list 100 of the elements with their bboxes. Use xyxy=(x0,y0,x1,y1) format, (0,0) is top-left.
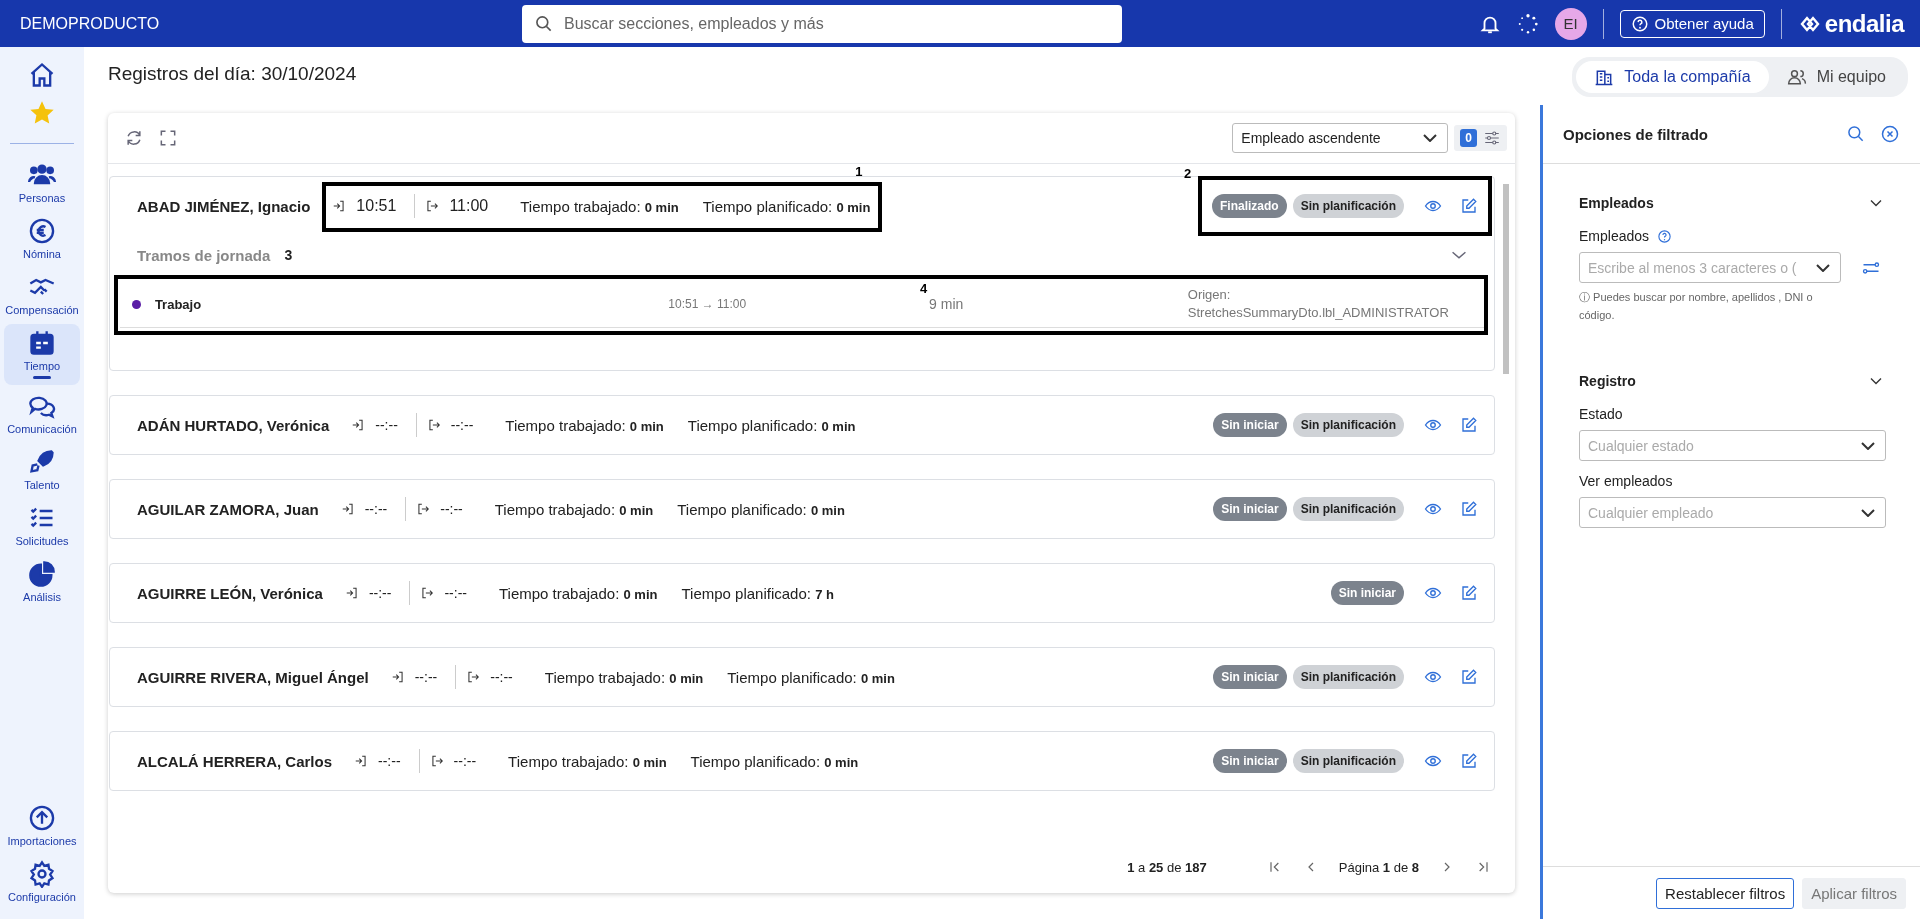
edit-icon[interactable] xyxy=(1460,584,1478,602)
employee-name[interactable]: AGUIRRE RIVERA, Miguel Ángel xyxy=(137,668,369,686)
planned-time: Tiempo planificado: 0 min xyxy=(727,668,895,686)
annotation-number: 1 xyxy=(855,164,863,179)
edit-icon[interactable] xyxy=(1460,416,1478,434)
loading-icon xyxy=(1516,12,1539,35)
employee-name[interactable]: ADÁN HURTADO, Verónica xyxy=(137,416,330,434)
section-title: Tramos de jornada xyxy=(137,246,271,264)
stretch-range: 10:51 → 11:00 xyxy=(668,297,748,311)
clock-in-icon xyxy=(390,670,405,684)
filter-count: 0 xyxy=(1460,129,1477,147)
chevron-icon xyxy=(1816,263,1830,272)
sidebar-item[interactable]: Personas xyxy=(4,156,80,210)
people-icon xyxy=(1786,67,1807,87)
clock-in-time: --:-- xyxy=(368,585,392,601)
help-icon xyxy=(1630,14,1649,33)
clock-out-time: --:-- xyxy=(450,417,474,433)
annotation-number: 3 xyxy=(284,247,293,263)
edit-icon[interactable] xyxy=(1460,668,1478,686)
clock-out-icon xyxy=(420,586,435,600)
refresh-icon[interactable] xyxy=(124,128,144,148)
status-badge: Sin iniciar xyxy=(1330,581,1404,605)
clock-in-time: --:-- xyxy=(364,501,388,517)
help-icon[interactable] xyxy=(1657,228,1673,244)
status-badge: Sin planificación xyxy=(1292,497,1404,521)
status-badge: Sin iniciar xyxy=(1213,413,1287,437)
filter-button[interactable]: Restablecer filtros xyxy=(1656,877,1795,909)
worked-time: Tiempo trabajado: 0 min xyxy=(498,584,658,602)
chevron-icon xyxy=(1861,441,1875,450)
filter-icon[interactable] xyxy=(1483,129,1501,147)
sidebar-item[interactable]: Nómina xyxy=(4,212,80,266)
employee-name[interactable]: ALCALÁ HERRERA, Carlos xyxy=(137,752,332,770)
status-badge: Sin planificación xyxy=(1292,749,1404,773)
edit-icon[interactable] xyxy=(1460,752,1478,770)
clock-in-icon xyxy=(344,586,359,600)
field-hint: ⓘ Puedes buscar por nombre, apellidos , DNI o código. xyxy=(1579,290,1814,323)
search-icon xyxy=(534,13,554,34)
clock-in-icon xyxy=(351,418,366,432)
help-button[interactable]: Obtener ayuda xyxy=(1619,9,1765,38)
stretch-duration: 9 min xyxy=(929,296,965,312)
search-icon[interactable] xyxy=(1846,124,1866,144)
search-field[interactable]: Buscar secciones, empleados y más xyxy=(522,4,1122,43)
record-range: 1 a 25 de 187 xyxy=(1127,859,1207,875)
scope-tab[interactable]: Toda la compañía xyxy=(1576,61,1769,93)
brand-name: DEMOPRODUCTO xyxy=(20,14,161,33)
close-icon[interactable] xyxy=(1880,124,1900,144)
status-badge: Finalizado xyxy=(1211,194,1287,218)
sidebar-item[interactable]: Compensación xyxy=(4,268,80,322)
clock-out-icon xyxy=(425,199,440,213)
status-badge: Sin iniciar xyxy=(1213,749,1287,773)
clock-out-icon xyxy=(429,754,444,768)
employee-name[interactable]: ABAD JIMÉNEZ, Ignacio xyxy=(137,197,311,215)
worked-time: Tiempo trabajado: 0 min xyxy=(508,752,667,770)
edit-icon[interactable] xyxy=(1460,197,1478,215)
edit-icon[interactable] xyxy=(1460,500,1478,518)
planned-time: Tiempo planificado: 0 min xyxy=(687,416,856,434)
sidebar-item[interactable]: Análisis xyxy=(4,555,80,609)
clock-out-time: --:-- xyxy=(440,501,463,517)
clock-in-icon xyxy=(340,502,355,516)
employee-name[interactable]: AGUILAR ZAMORA, Juan xyxy=(137,500,319,518)
worked-time: Tiempo trabajado: 0 min xyxy=(544,668,704,686)
clock-out-icon xyxy=(426,418,441,432)
status-badge: Sin planificación xyxy=(1292,413,1404,437)
clock-out-time: --:-- xyxy=(453,753,477,769)
field-label: Ver empleados xyxy=(1579,473,1673,490)
planned-time: Tiempo planificado: 7 h xyxy=(681,584,834,602)
field-label: Estado xyxy=(1579,406,1623,423)
status-badge: Sin iniciar xyxy=(1213,665,1287,689)
page-indicator: Página 1 de 8 xyxy=(1338,859,1419,875)
worked-time: Tiempo trabajado: 0 min xyxy=(505,416,664,434)
sidebar-item[interactable]: Importaciones xyxy=(4,799,80,853)
home-icon[interactable] xyxy=(28,61,56,89)
filter-section-title: Empleados xyxy=(1579,195,1654,211)
field-label: Empleados xyxy=(1579,228,1650,244)
worked-time: Tiempo trabajado: 0 min xyxy=(520,197,679,215)
sidebar-item[interactable]: Talento xyxy=(4,443,80,497)
sidebar-item[interactable]: Comunicación xyxy=(4,387,80,441)
euro-icon xyxy=(28,217,56,245)
clock-in-time: --:-- xyxy=(378,753,401,769)
scope-tab[interactable]: Mi equipo xyxy=(1768,61,1904,93)
sidebar-item[interactable]: Configuración xyxy=(4,855,80,909)
sidebar-item[interactable]: Solicitudes xyxy=(4,499,80,553)
sort-select[interactable]: Empleado ascendente xyxy=(1232,123,1449,153)
filter-section-title: Registro xyxy=(1579,373,1636,390)
status-badge: Sin planificación xyxy=(1292,665,1404,689)
clock-in-time: --:-- xyxy=(375,417,398,433)
employee-name[interactable]: AGUIRRE LEÓN, Verónica xyxy=(137,584,323,602)
sidebar-item[interactable]: Tiempo xyxy=(4,324,80,385)
stretch-type: Trabajo xyxy=(154,296,203,312)
planned-time: Tiempo planificado: 0 min xyxy=(690,752,859,770)
annotation-number: 4 xyxy=(920,281,928,296)
calendar-icon xyxy=(28,329,56,357)
fullscreen-icon[interactable] xyxy=(158,128,178,148)
clock-in-icon xyxy=(354,754,368,768)
user-avatar[interactable]: EI xyxy=(1554,7,1587,40)
chevron-icon xyxy=(1423,134,1438,142)
clock-out-time: --:-- xyxy=(490,669,513,685)
planned-time: Tiempo planificado: 0 min xyxy=(702,197,871,215)
clock-out-icon xyxy=(416,502,431,516)
clock-in-time: 10:51 xyxy=(356,197,397,215)
